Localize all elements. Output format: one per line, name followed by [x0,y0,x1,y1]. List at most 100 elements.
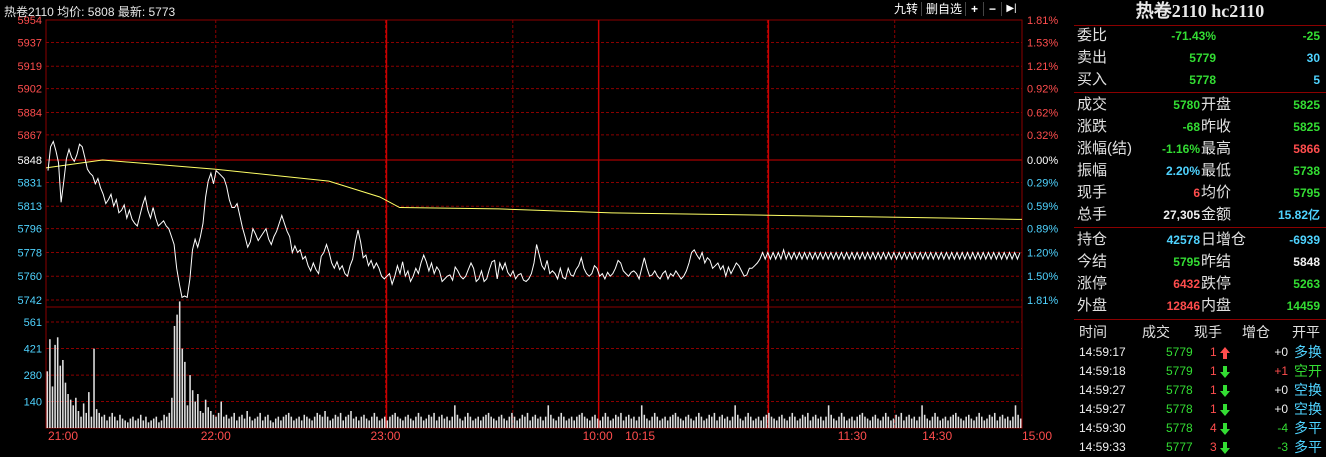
quote-row: 振幅 2.20% 最低 5738 [1074,160,1326,182]
tick-row: 14:59:18 5779 1 +1 空开 [1074,362,1326,381]
price-tick-label: 5919 [18,61,42,73]
quote-row: 持仓 42578 日增仓 -6939 [1074,229,1326,251]
price-tick-label: 5884 [18,107,42,119]
price-tick-label: 5831 [18,177,42,189]
tick-row: 14:59:30 5778 4 -4 多平 [1074,419,1326,438]
price-tick-label: 5796 [18,224,42,236]
quote-row: 买入 5778 5 [1074,69,1326,91]
divider [1074,92,1326,93]
time-axis-label: 11:30 [838,429,867,443]
quote-value: 5738 [1293,164,1320,178]
tick-header: 增仓 [1242,324,1270,340]
tick-oi: -4 [1277,421,1288,435]
chart-frame [45,19,1023,429]
tick-type: 空开 [1294,363,1322,379]
chart-canvas[interactable]: 5954 1.81%5937 1.53%5919 1.21%5902 0.92%5884… [0,0,1072,445]
tick-price: 5778 [1166,421,1193,435]
tick-type: 多换 [1294,344,1322,360]
time-axis-label: 22:00 [201,429,231,443]
quote-label: 跌停 [1201,275,1232,292]
tick-oi: +0 [1274,383,1288,397]
zoom-in-icon[interactable]: + [967,1,982,17]
tick-qty: 1 [1210,345,1217,359]
tick-qty: 1 [1210,364,1217,378]
step-forward-icon[interactable]: ▶| [1003,1,1020,17]
toolbar-divider [983,2,984,16]
quote-row: 涨跌 -68 昨收 5825 [1074,116,1326,138]
price-tick-label: 5937 [18,37,42,49]
quote-label: 最低 [1201,162,1232,179]
quote-value: 15.82亿 [1277,208,1320,222]
remove-watchlist-button[interactable]: 删自选 [924,1,964,17]
tick-oi: -3 [1277,440,1288,454]
tick-qty: 1 [1210,383,1217,397]
time-axis-label: 21:00 [48,429,78,443]
volume-tick-label: 421 [24,343,42,355]
tick-qty: 3 [1210,440,1217,454]
tick-price: 5777 [1166,440,1193,454]
pct-tick-label: 0.32% [1027,130,1058,142]
quote-value: 5866 [1293,142,1320,156]
quote-value: 5780 [1173,98,1200,112]
quote-label: 金额 [1201,206,1232,223]
quote-row: 卖出 5779 30 [1074,47,1326,69]
quote-value: 27,305 [1163,208,1200,222]
pct-tick-label: 0.59% [1027,201,1058,213]
quote-value: 5 [1313,73,1320,87]
quote-label: 涨幅(结) [1077,140,1132,157]
price-tick-label: 5813 [18,201,42,213]
up-arrow-icon [1220,347,1230,359]
price-tick-label: 5760 [18,271,42,283]
quote-label: 涨停 [1077,275,1108,292]
tick-row: 14:59:17 5779 1 +0 多换 [1074,343,1326,362]
down-arrow-icon [1220,385,1230,397]
volume-tick-label: 561 [24,317,42,329]
tick-price: 5778 [1166,383,1193,397]
quote-row: 涨停 6432 跌停 5263 [1074,273,1326,295]
quote-value: 5795 [1173,255,1200,269]
quote-row: 成交 5780 开盘 5825 [1074,94,1326,116]
quote-value: -6939 [1289,233,1320,247]
quote-value: -68 [1182,120,1200,134]
tick-row: 14:59:27 5778 1 +0 空换 [1074,400,1326,419]
intraday-chart[interactable]: 5954 1.81% 5937 1.53% 5919 1.21% 5902 0.92% 5884… [0,0,1072,445]
tick-type: 多平 [1294,420,1322,436]
quote-value: -25 [1302,29,1320,43]
time-axis-label: 10:00 [583,429,613,443]
quote-value: -71.43% [1171,29,1216,43]
divider [1074,227,1326,228]
tick-price: 5779 [1166,364,1193,378]
quote-value: 6 [1193,186,1200,200]
volume-tick-label: 140 [24,397,42,409]
time-axis-label: 15:00 [1022,429,1052,443]
quote-label: 成交 [1077,96,1108,113]
quote-label: 日增仓 [1201,231,1247,248]
tick-row: 14:59:33 5777 3 -3 多平 [1074,438,1326,457]
quote-value: 30 [1306,51,1320,65]
quote-row: 委比 -71.43% -25 [1074,25,1326,47]
tick-oi: +0 [1274,402,1288,416]
tick-type: 空换 [1294,401,1322,417]
down-arrow-icon [1220,404,1230,416]
pct-tick-label: 1.21% [1027,61,1058,73]
tick-price: 5779 [1166,345,1193,359]
pct-tick-label: 1.81% [1027,295,1058,307]
quote-value: 42578 [1166,233,1200,247]
quote-value: 5825 [1293,98,1320,112]
price-tick-label: 5902 [18,84,42,96]
quote-row: 外盘 12846 内盘 14459 [1074,295,1326,317]
toolbar-divider [965,2,966,16]
nine-turn-button[interactable]: 九转 [893,1,919,17]
quote-label: 持仓 [1077,231,1108,248]
tick-time: 14:59:17 [1079,345,1126,359]
quote-label: 昨结 [1201,253,1232,270]
tick-price: 5778 [1166,402,1193,416]
pct-tick-label: 1.50% [1027,271,1058,283]
quote-label: 总手 [1077,206,1108,223]
pct-tick-label: 1.53% [1027,37,1058,49]
time-axis-label: 23:00 [370,429,400,443]
tick-time: 14:59:27 [1079,383,1126,397]
zoom-out-icon[interactable]: − [985,1,1000,17]
tick-oi: +0 [1274,345,1288,359]
pct-tick-label: 0.62% [1027,107,1058,119]
